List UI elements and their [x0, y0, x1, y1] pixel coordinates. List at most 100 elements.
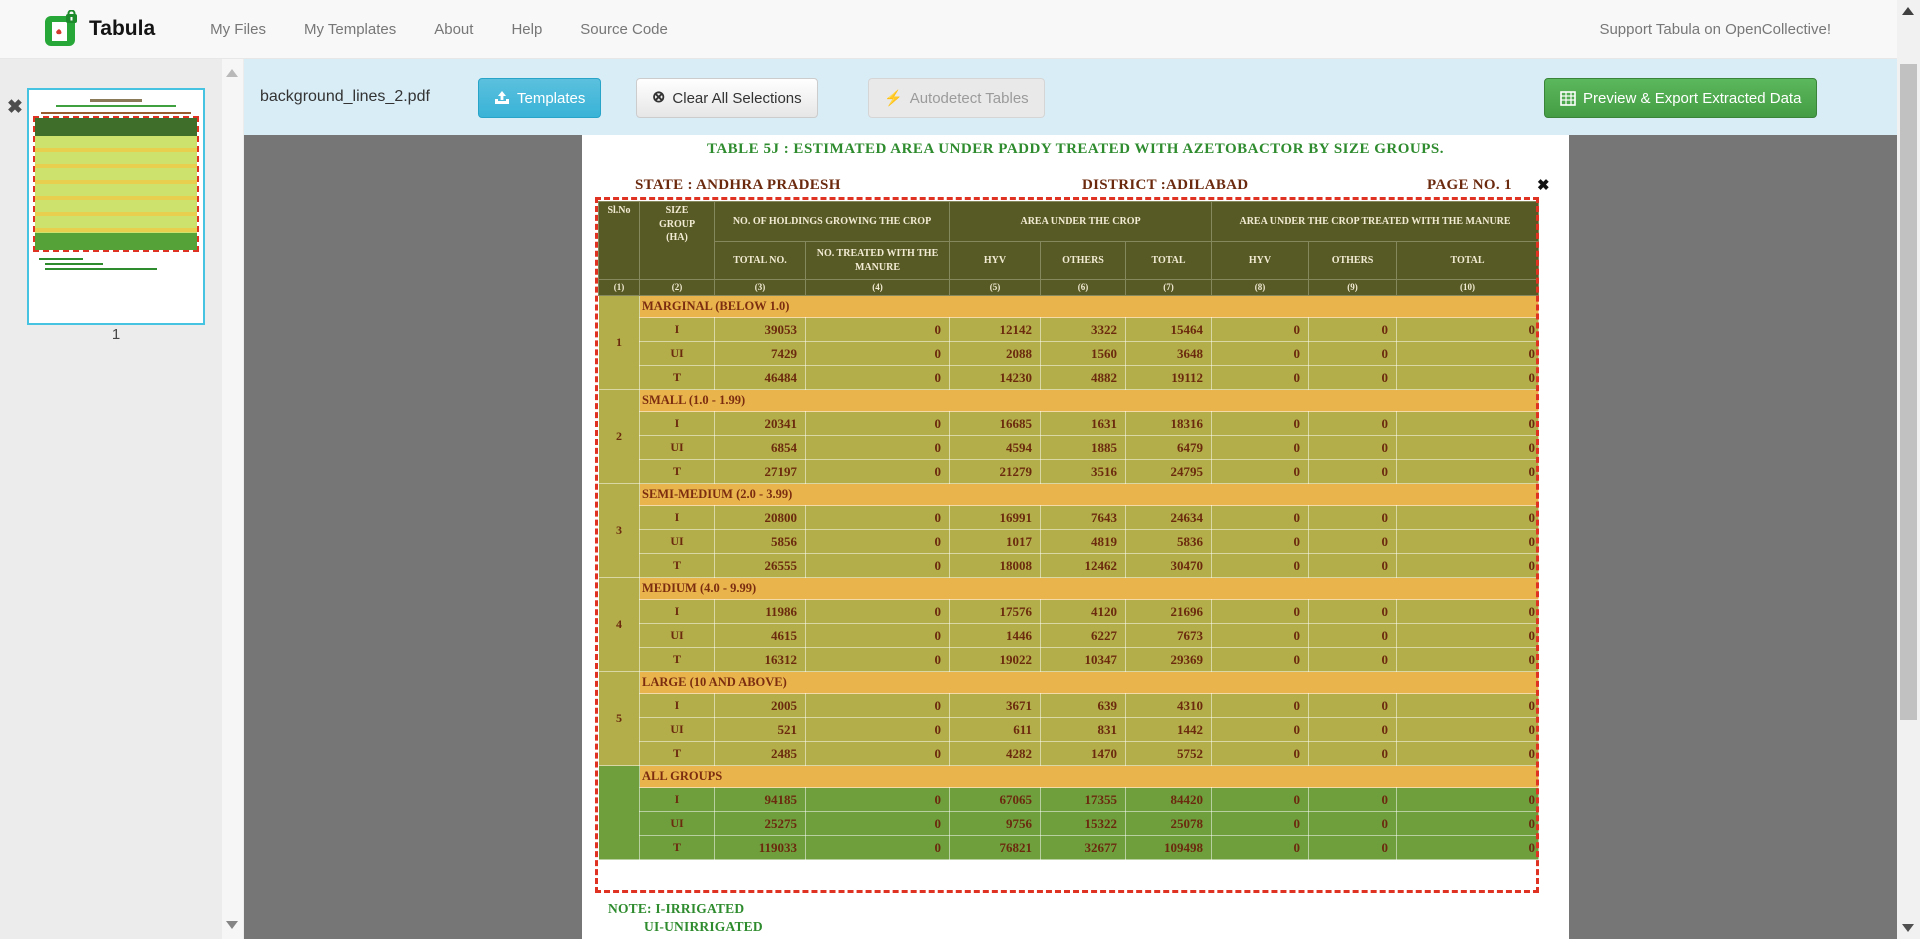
support-opencollective-link[interactable]: Support Tabula on OpenCollective!: [1599, 21, 1831, 38]
table-row: T46484014230488219112000: [599, 366, 1539, 390]
value-cell: 0: [1212, 788, 1309, 812]
slno-cell: 2: [599, 390, 640, 484]
value-cell: 0: [806, 554, 950, 578]
document-state: STATE : ANDHRA PRADESH: [635, 177, 841, 194]
value-cell: 0: [1309, 506, 1397, 530]
group-label-row: 1MARGINAL (BELOW 1.0): [599, 296, 1539, 318]
value-cell: 0: [1309, 460, 1397, 484]
table-row: T27197021279351624795000: [599, 460, 1539, 484]
value-cell: 84420: [1126, 788, 1212, 812]
value-cell: 0: [1309, 318, 1397, 342]
value-cell: 109498: [1126, 836, 1212, 860]
main-scrollbar[interactable]: [1897, 0, 1920, 939]
value-cell: 12142: [950, 318, 1041, 342]
value-cell: 0: [1212, 318, 1309, 342]
value-cell: 3322: [1041, 318, 1126, 342]
document-toolbar: background_lines_2.pdf Templates ⊗ Clear…: [244, 59, 1897, 135]
value-cell: 4615: [715, 624, 806, 648]
table-row: T11903307682132677109498000: [599, 836, 1539, 860]
value-cell: 0: [1309, 342, 1397, 366]
value-cell: 94185: [715, 788, 806, 812]
value-cell: 14230: [950, 366, 1041, 390]
value-cell: 0: [1212, 436, 1309, 460]
group-label-row: 4MEDIUM (4.0 - 9.99): [599, 578, 1539, 600]
col-number: (3): [715, 280, 806, 296]
row-type-cell: UI: [640, 342, 715, 366]
value-cell: 0: [1212, 506, 1309, 530]
row-type-cell: I: [640, 412, 715, 436]
value-cell: 0: [1212, 624, 1309, 648]
subheader: HYV: [950, 242, 1041, 280]
scroll-up-icon[interactable]: [1902, 7, 1914, 15]
value-cell: 0: [1309, 742, 1397, 766]
value-cell: 7643: [1041, 506, 1126, 530]
row-type-cell: UI: [640, 718, 715, 742]
value-cell: 0: [1397, 812, 1539, 836]
value-cell: 0: [1309, 694, 1397, 718]
value-cell: 17576: [950, 600, 1041, 624]
value-cell: 0: [1309, 788, 1397, 812]
brand-title[interactable]: Tabula: [89, 17, 155, 41]
clear-all-selections-button[interactable]: ⊗ Clear All Selections: [636, 78, 818, 118]
group-label-cell: MEDIUM (4.0 - 9.99): [640, 578, 1539, 600]
remove-page-icon[interactable]: ✖: [7, 98, 23, 117]
value-cell: 4282: [950, 742, 1041, 766]
value-cell: 0: [1397, 624, 1539, 648]
value-cell: 15464: [1126, 318, 1212, 342]
scroll-up-icon[interactable]: [226, 69, 238, 77]
group-label-row: 3SEMI-MEDIUM (2.0 - 3.99): [599, 484, 1539, 506]
value-cell: 4120: [1041, 600, 1126, 624]
value-cell: 0: [1309, 600, 1397, 624]
value-cell: 0: [806, 506, 950, 530]
document-filename: background_lines_2.pdf: [260, 88, 430, 106]
slno-cell: 4: [599, 578, 640, 672]
value-cell: 0: [1309, 624, 1397, 648]
row-type-cell: T: [640, 460, 715, 484]
table-row: UI74290208815603648000: [599, 342, 1539, 366]
value-cell: 1446: [950, 624, 1041, 648]
value-cell: 21696: [1126, 600, 1212, 624]
value-cell: 76821: [950, 836, 1041, 860]
thumbnail-subtitle-line: [56, 105, 176, 107]
templates-button[interactable]: Templates: [478, 78, 601, 118]
value-cell: 0: [1212, 718, 1309, 742]
tabula-logo-icon[interactable]: [44, 10, 80, 48]
scrollbar-thumb[interactable]: [1900, 64, 1917, 720]
table-row: I941850670651735584420000: [599, 788, 1539, 812]
scroll-down-icon[interactable]: [226, 921, 238, 929]
group-label-cell: MARGINAL (BELOW 1.0): [640, 296, 1539, 318]
preview-export-button[interactable]: Preview & Export Extracted Data: [1544, 78, 1817, 118]
row-type-cell: T: [640, 742, 715, 766]
selection-close-icon[interactable]: ✖: [1537, 178, 1550, 193]
nav-my-files[interactable]: My Files: [191, 21, 285, 38]
value-cell: 5752: [1126, 742, 1212, 766]
document-district: DISTRICT :ADILABAD: [1082, 177, 1248, 194]
row-type-cell: I: [640, 506, 715, 530]
page-thumbnail[interactable]: [27, 88, 205, 325]
value-cell: 0: [1212, 554, 1309, 578]
nav-about[interactable]: About: [415, 21, 492, 38]
value-cell: 21279: [950, 460, 1041, 484]
table-row: I11986017576412021696000: [599, 600, 1539, 624]
value-cell: 0: [1397, 788, 1539, 812]
row-type-cell: UI: [640, 812, 715, 836]
sidebar-scrollbar[interactable]: [222, 59, 243, 939]
nav-source-code[interactable]: Source Code: [561, 21, 687, 38]
scroll-down-icon[interactable]: [1902, 924, 1914, 932]
pdf-page[interactable]: TABLE 5J : ESTIMATED AREA UNDER PADDY TR…: [582, 135, 1569, 939]
table-grid-icon: [1560, 91, 1576, 106]
value-cell: 0: [1397, 718, 1539, 742]
subheader: NO. TREATED WITH THE MANURE: [806, 242, 950, 280]
pdf-data-table: Sl.No SIZE GROUP (HA) NO. OF HOLDINGS GR…: [598, 201, 1539, 860]
clear-circle-x-icon: ⊗: [652, 90, 665, 106]
value-cell: 0: [806, 788, 950, 812]
value-cell: 3648: [1126, 342, 1212, 366]
col-number: (2): [640, 280, 715, 296]
value-cell: 12462: [1041, 554, 1126, 578]
nav-my-templates[interactable]: My Templates: [285, 21, 415, 38]
value-cell: 19022: [950, 648, 1041, 672]
value-cell: 16685: [950, 412, 1041, 436]
value-cell: 521: [715, 718, 806, 742]
value-cell: 18008: [950, 554, 1041, 578]
nav-help[interactable]: Help: [492, 21, 561, 38]
